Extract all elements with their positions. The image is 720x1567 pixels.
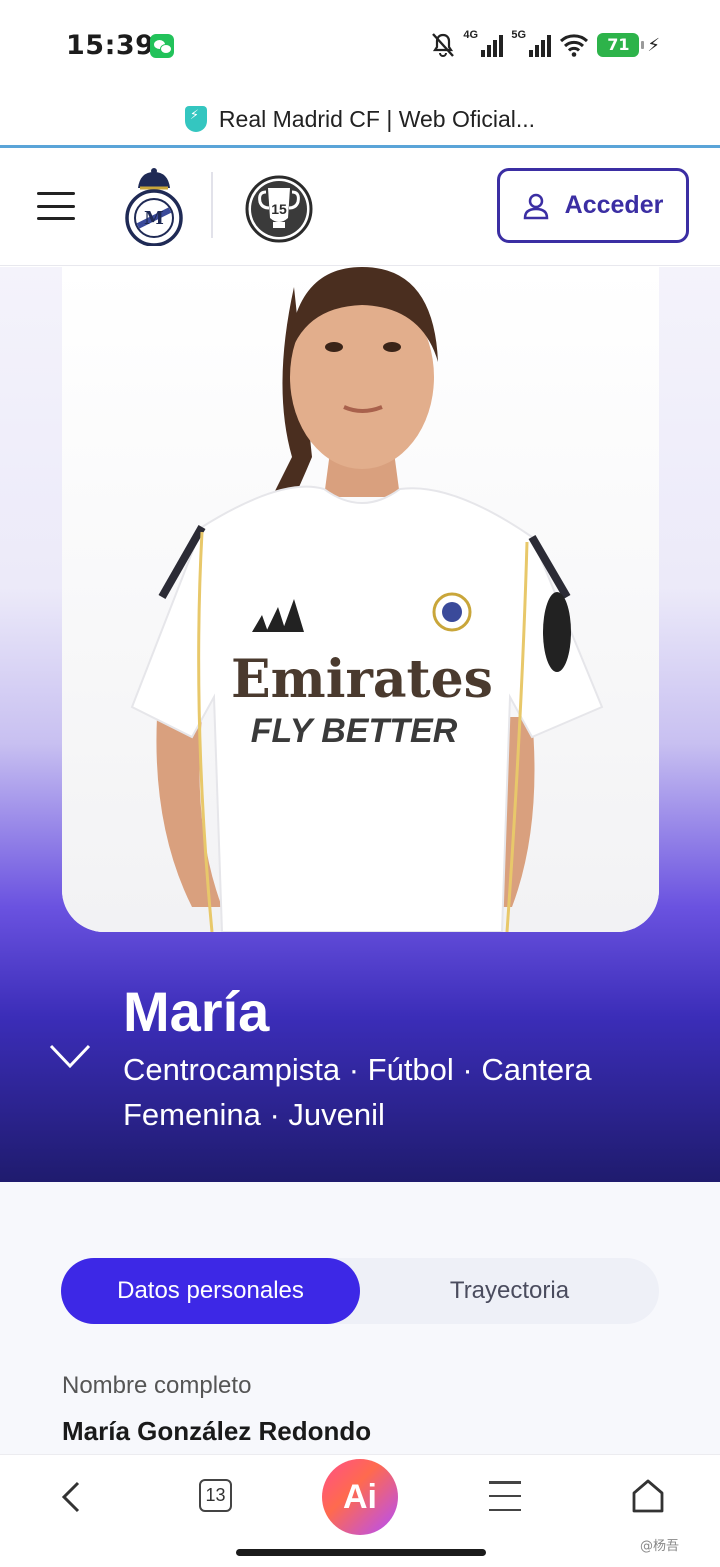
tab-trayectoria[interactable]: Trayectoria [360,1258,659,1324]
hamburger-menu-icon[interactable] [37,192,75,220]
ai-assistant-button[interactable]: Ai [322,1459,398,1535]
page-title: Real Madrid CF | Web Oficial... [218,105,536,132]
full-name-value: María González Redondo [62,1416,372,1446]
login-button[interactable]: Acceder [497,168,689,243]
menu-icon[interactable] [489,1481,521,1511]
player-meta: Centrocampista · Fútbol · Cantera Femeni… [123,1052,592,1132]
signal-label-5g: 5G [511,29,527,41]
charging-icon: ⚡ [647,34,660,56]
bell-muted-icon [432,33,455,57]
trophy-number: 15 [271,201,287,217]
jersey-sponsor: Emirates [231,649,493,710]
user-icon [523,193,548,219]
player-details-section: Datos personales Trayectoria Nombre comp… [0,1182,720,1454]
chevron-down-icon[interactable] [48,1042,92,1070]
player-name: María [123,980,270,1043]
browser-bottom-nav: 13 Ai @杨吾 [0,1454,720,1567]
site-header: M 15 Acceder [0,148,720,266]
signal-icon: 5G [511,29,552,57]
real-madrid-crest-icon[interactable]: M [124,166,184,246]
browser-url-bar[interactable]: Real Madrid CF | Web Oficial... [0,92,720,146]
back-arrow-icon[interactable] [58,1479,86,1515]
watermark: @杨吾 [640,1539,680,1554]
home-icon[interactable] [630,1477,666,1515]
player-hero: Emirates FLY BETTER María Centrocampista… [0,267,720,1182]
status-time: 15:39 [66,30,155,61]
tabs-count-button[interactable]: 13 [199,1479,232,1512]
signal-icon: 4G [463,29,504,57]
status-bar: 15:39 4G 5G 71 ⚡ [0,0,720,92]
jersey-tagline: FLY BETTER [251,712,458,750]
svg-text:M: M [144,208,164,229]
login-label: Acceder [564,191,664,219]
tab-datos-personales[interactable]: Datos personales [61,1258,360,1324]
battery-icon: 71 [597,33,645,57]
champions-trophy-icon[interactable]: 15 [244,174,314,244]
details-tabs: Datos personales Trayectoria [61,1258,659,1324]
wifi-icon [560,34,589,57]
player-photo-card: Emirates FLY BETTER [62,267,659,932]
secure-shield-icon [184,106,207,132]
signal-label-4g: 4G [463,29,479,41]
header-divider [211,172,213,238]
home-indicator[interactable] [236,1549,486,1556]
status-icons: 4G 5G 71 ⚡ [431,29,660,58]
wechat-icon [150,34,174,58]
full-name-label: Nombre completo [62,1372,252,1399]
player-photo: Emirates FLY BETTER [62,267,659,932]
